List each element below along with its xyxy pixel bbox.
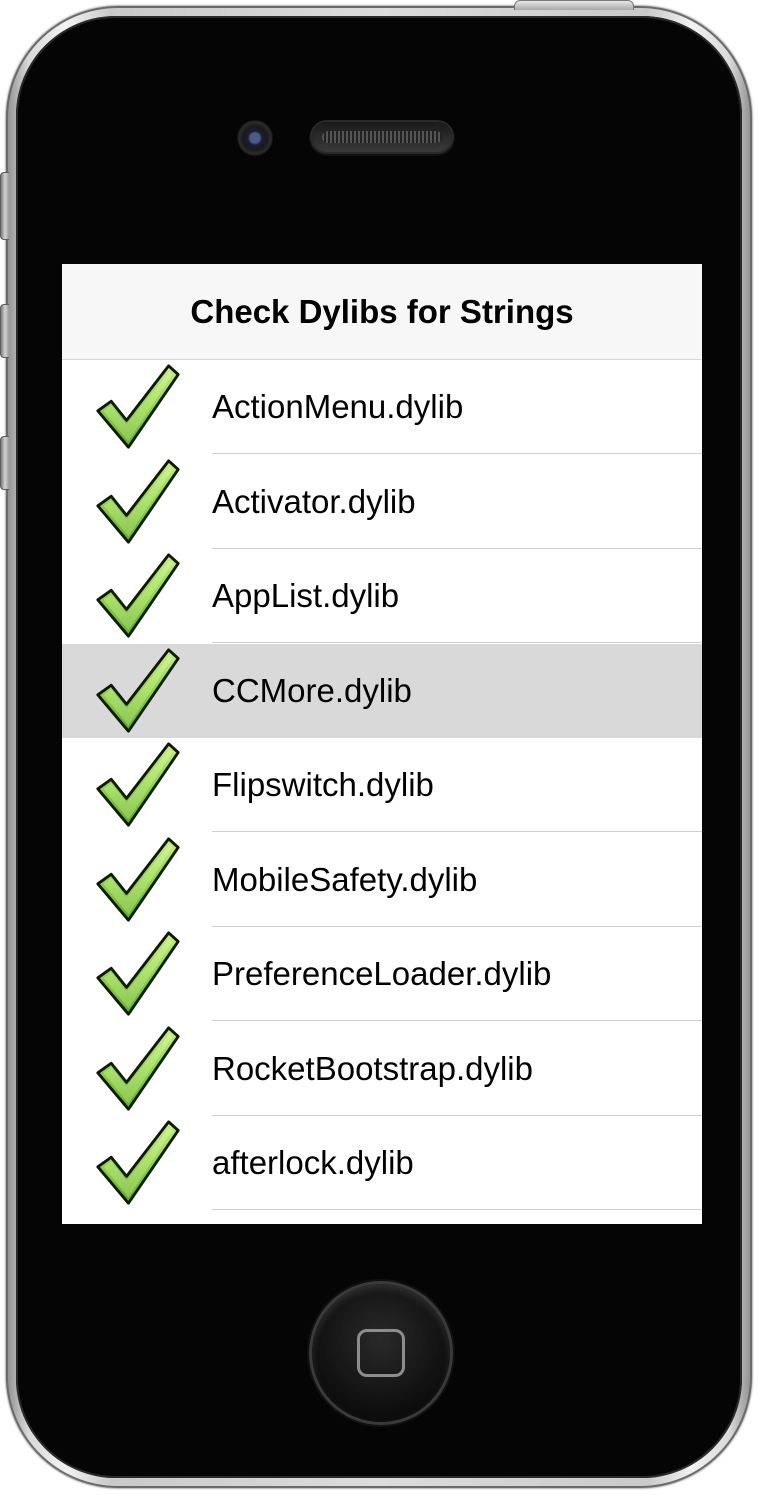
dylib-row[interactable]: MobileSafety.dylib [62, 833, 702, 927]
dylib-row[interactable]: afterlock.dylib [62, 1116, 702, 1210]
dylib-row[interactable]: PreferenceLoader.dylib [62, 927, 702, 1021]
checkmark-icon [96, 364, 180, 449]
screen: Check Dylibs for Strings ActionMenu.dyli… [62, 264, 702, 1224]
dylib-label: Activator.dylib [212, 482, 416, 520]
earpiece-speaker [312, 122, 452, 152]
dylib-label: PreferenceLoader.dylib [212, 955, 552, 992]
dylib-row[interactable]: AppList.dylib [62, 549, 702, 643]
home-square-icon [357, 1329, 405, 1377]
checkmark-icon [96, 836, 180, 922]
checkmark-icon [96, 647, 180, 733]
dylib-table: ActionMenu.dylib Activator.dylib AppList.d… [62, 360, 702, 1224]
checkmark-icon [96, 742, 180, 827]
home-button[interactable] [312, 1284, 450, 1422]
mute-switch [0, 172, 9, 240]
dylib-row[interactable]: CCMore.dylib [62, 643, 702, 738]
checkmark-icon [96, 931, 180, 1016]
dylib-label: afterlock.dylib [212, 1144, 414, 1181]
dylib-row[interactable]: RocketBootstrap.dylib [62, 1022, 702, 1116]
checkmark-icon [96, 553, 180, 638]
volume-up-button [0, 304, 9, 358]
front-camera [237, 120, 273, 156]
sleep-wake-button [514, 0, 634, 10]
checkmark-icon [96, 1120, 180, 1205]
dylib-row[interactable]: ActionMenu.dylib [62, 360, 702, 454]
dylib-label: RocketBootstrap.dylib [212, 1049, 533, 1087]
dylib-row[interactable]: Activator.dylib [62, 455, 702, 549]
row-separator [212, 1209, 702, 1210]
page-title: Check Dylibs for Strings [190, 293, 574, 330]
checkmark-icon [96, 458, 180, 544]
dylib-label: AppList.dylib [212, 577, 400, 614]
navigation-bar: Check Dylibs for Strings [62, 264, 702, 360]
volume-down-button [0, 436, 9, 490]
dylib-row[interactable]: Flipswitch.dylib [62, 738, 702, 832]
checkmark-icon [96, 1025, 180, 1111]
dylib-label: MobileSafety.dylib [212, 860, 478, 898]
dylib-label: ActionMenu.dylib [212, 388, 464, 425]
dylib-label: Flipswitch.dylib [212, 766, 434, 803]
dylib-label: CCMore.dylib [212, 671, 412, 709]
